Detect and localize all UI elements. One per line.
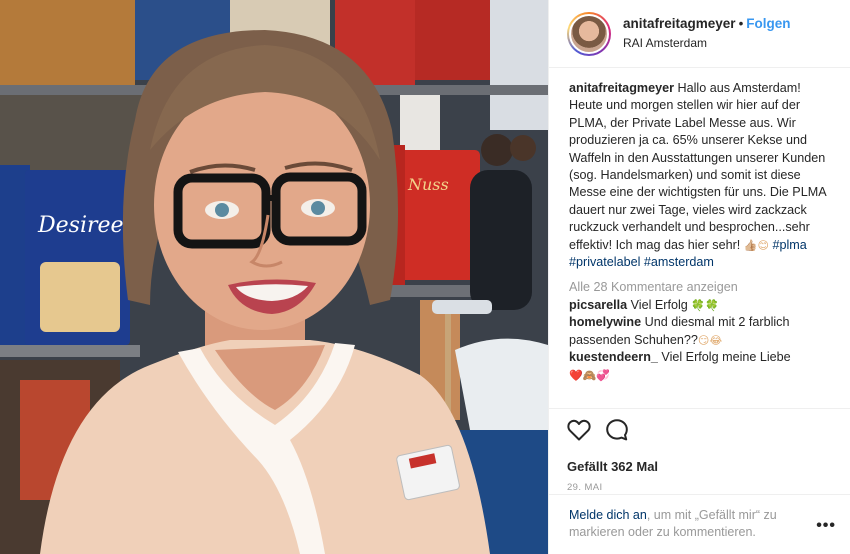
comment-text: Viel Erfolg — [630, 297, 688, 312]
comment-username[interactable]: homelywine — [569, 315, 641, 329]
post-photo[interactable]: Desiree Nuss — [0, 0, 548, 554]
hashtag-amsterdam[interactable]: #amsterdam — [644, 255, 714, 269]
post-side-panel: anitafreitagmeyer • Folgen RAI Amsterdam a… — [548, 0, 850, 554]
action-bar: Gefällt 362 Mal 29. MAI — [549, 408, 850, 494]
likes-count[interactable]: Gefällt 362 Mal — [567, 459, 833, 474]
comment-icon[interactable] — [605, 418, 629, 447]
view-all-comments-link[interactable]: Alle 28 Kommentare anzeigen — [569, 279, 837, 296]
username-link[interactable]: anitafreitagmeyer — [623, 16, 736, 31]
post-date[interactable]: 29. MAI — [567, 482, 833, 493]
caption: anitafreitagmeyer Hallo aus Amsterdam! H… — [569, 80, 837, 271]
follow-button[interactable]: Folgen — [746, 16, 790, 31]
header-top-line: anitafreitagmeyer • Folgen — [623, 15, 791, 32]
avatar[interactable] — [567, 11, 611, 56]
comment: homelywine Und diesmal mit 2 farblich pa… — [569, 314, 837, 349]
heart-icon[interactable] — [567, 419, 591, 446]
comment-username[interactable]: picsarella — [569, 298, 627, 312]
comment-username[interactable]: kuestendeern_ — [569, 350, 658, 364]
caption-text: Hallo aus Amsterdam! Heute und morgen st… — [569, 81, 826, 252]
hashtag-plma[interactable]: #plma — [772, 238, 806, 252]
avatar-image — [569, 13, 609, 54]
comment-emoji: 😏😂 — [697, 333, 723, 347]
caption-and-comments: anitafreitagmeyer Hallo aus Amsterdam! H… — [569, 80, 837, 384]
comment: picsarella Viel Erfolg 🍀🍀 — [569, 297, 837, 314]
post-header: anitafreitagmeyer • Folgen RAI Amsterdam — [549, 0, 850, 68]
comment-emoji: ❤️🙈💞 — [569, 368, 611, 382]
hashtag-privatelabel[interactable]: #privatelabel — [569, 255, 640, 269]
location-link[interactable]: RAI Amsterdam — [623, 35, 791, 52]
action-icons — [567, 418, 833, 447]
more-options-icon[interactable]: ••• — [816, 518, 836, 534]
desiree-box-label: Desiree — [37, 213, 124, 238]
caption-emoji: 👍🏼😊 — [743, 238, 769, 252]
red-box-label: Nuss — [407, 175, 449, 194]
selfie-photo-illustration: Desiree Nuss — [0, 0, 548, 554]
comment-text: Viel Erfolg meine Liebe — [661, 350, 791, 365]
login-prompt: Melde dich an, um mit „Gefällt mir“ zu m… — [549, 494, 850, 554]
comment: kuestendeern_ Viel Erfolg meine Liebe ❤️… — [569, 349, 837, 384]
comment-emoji: 🍀🍀 — [691, 298, 719, 312]
login-link[interactable]: Melde dich an — [569, 508, 647, 522]
header-text: anitafreitagmeyer • Folgen RAI Amsterdam — [623, 15, 791, 52]
caption-username[interactable]: anitafreitagmeyer — [569, 81, 674, 95]
separator-dot: • — [738, 16, 744, 31]
